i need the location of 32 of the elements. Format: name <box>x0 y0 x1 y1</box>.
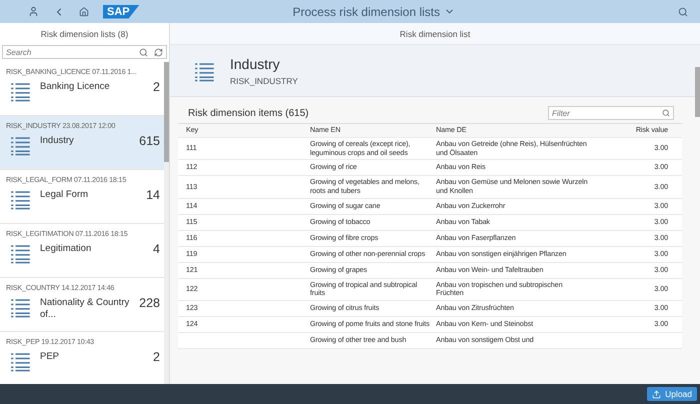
logo: SAP <box>103 4 140 18</box>
item-count: 2 <box>153 80 160 94</box>
search-icon[interactable] <box>678 6 688 16</box>
search-input[interactable]: Search <box>6 48 139 56</box>
item-count: 4 <box>153 242 160 256</box>
filter-input[interactable]: Filter <box>552 108 662 118</box>
search-icon[interactable] <box>662 109 670 117</box>
item-name: Legal Form <box>40 188 90 202</box>
item-count: 615 <box>139 134 160 148</box>
item-name: PEP <box>40 350 60 364</box>
search-field[interactable]: Search <box>2 45 167 59</box>
upload-icon <box>652 390 662 398</box>
table-title: Risk dimension items (615) <box>188 108 309 118</box>
home-icon[interactable] <box>79 6 89 16</box>
item-name: Industry <box>40 134 75 148</box>
item-count: 228 <box>139 296 160 310</box>
item-name: Legitimation <box>40 242 92 256</box>
scrollbar[interactable] <box>164 62 169 384</box>
object-title: Industry <box>230 56 281 72</box>
pane-title: Risk dimension list <box>170 23 700 45</box>
item-count: 14 <box>146 188 160 202</box>
upload-button[interactable]: Upload <box>647 387 697 401</box>
app-title[interactable]: Process risk dimension lists <box>292 4 440 18</box>
refresh-icon[interactable] <box>154 48 163 56</box>
item-name: Banking Licence <box>40 80 111 94</box>
user-icon[interactable] <box>28 6 39 17</box>
item-name: Nationality & Country of... <box>40 296 130 322</box>
item-count: 2 <box>153 350 160 364</box>
search-icon[interactable] <box>139 48 148 56</box>
filter-field[interactable]: Filter <box>548 106 674 120</box>
object-id: RISK_INDUSTRY <box>230 76 298 86</box>
scrollbar[interactable] <box>695 67 700 117</box>
